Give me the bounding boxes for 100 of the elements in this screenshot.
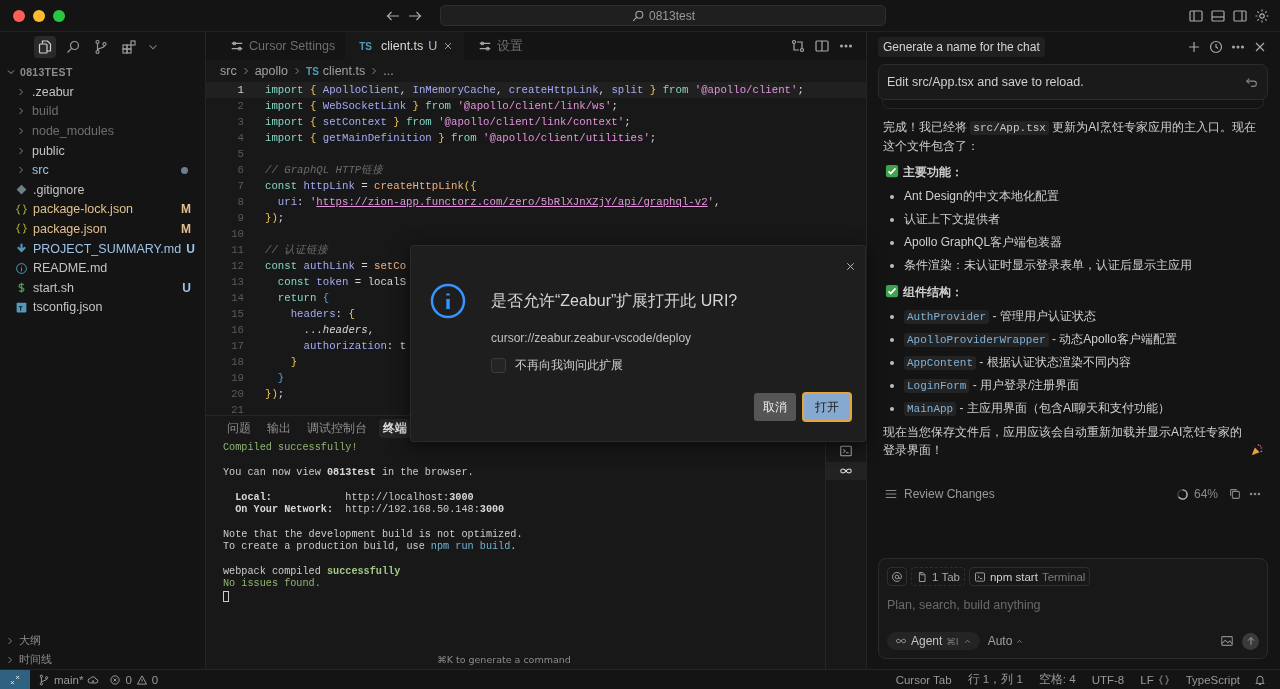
folder-name[interactable]: .zeabur bbox=[32, 84, 191, 99]
chat-title[interactable]: Generate a name for the chat bbox=[878, 37, 1045, 57]
chat-heading: 主要功能： bbox=[903, 163, 963, 181]
status-item[interactable]: TypeScript bbox=[1185, 673, 1240, 686]
bullet-dot bbox=[890, 383, 894, 388]
search-field[interactable]: 0813test bbox=[440, 5, 886, 26]
image-icon[interactable] bbox=[1220, 634, 1234, 648]
list-item-text: LoginForm - 用户登录/注册界面 bbox=[904, 377, 1080, 394]
line-number: 12 bbox=[230, 259, 244, 274]
line-number: 21 bbox=[230, 403, 244, 415]
warning-icon bbox=[135, 673, 148, 686]
panel-tab[interactable]: 问题 bbox=[223, 418, 255, 438]
code-line: return { bbox=[276, 291, 330, 306]
mode-selector[interactable]: Agent ⌘I bbox=[887, 632, 980, 650]
line-number: 17 bbox=[230, 339, 244, 354]
sidebar-toggle-icon[interactable] bbox=[1232, 7, 1248, 24]
breadcrumb-item[interactable]: src bbox=[220, 64, 237, 78]
status-item[interactable]: LF bbox=[1140, 673, 1154, 686]
branch-name[interactable]: main* bbox=[54, 673, 84, 686]
code-line: // 认证链接 bbox=[265, 243, 329, 258]
code-line: headers: { bbox=[289, 307, 355, 322]
warning-count[interactable]: 0 bbox=[151, 673, 159, 686]
panel-tab[interactable]: 输出 bbox=[263, 418, 295, 438]
file-name[interactable]: tsconfig.json bbox=[33, 300, 191, 315]
bullet-dot bbox=[890, 217, 894, 222]
mention-button[interactable] bbox=[887, 567, 907, 586]
settings-icon[interactable] bbox=[1254, 7, 1270, 24]
file-name[interactable]: .gitignore bbox=[33, 182, 191, 197]
line-number: 10 bbox=[230, 227, 244, 242]
explorer-root[interactable]: 0813TEST bbox=[20, 66, 73, 78]
ts-file-icon bbox=[15, 300, 28, 314]
undo-icon[interactable] bbox=[1245, 75, 1259, 89]
panel-tab[interactable]: 调试控制台 bbox=[303, 418, 371, 438]
status-item[interactable]: UTF-8 bbox=[1091, 673, 1125, 686]
panel-tab[interactable]: 终端 bbox=[379, 418, 411, 438]
list-item-text: 条件渲染：未认证时显示登录表单，认证后显示主应用 bbox=[904, 257, 1192, 274]
primary-button[interactable]: 打开 bbox=[803, 393, 851, 421]
status-item[interactable]: Cursor Tab bbox=[895, 673, 952, 686]
line-number: 4 bbox=[236, 131, 244, 146]
file-name[interactable]: package.json bbox=[33, 221, 176, 236]
sliders-icon bbox=[230, 39, 244, 53]
split-editor-icon[interactable] bbox=[814, 38, 830, 54]
plus-icon[interactable] bbox=[1186, 39, 1202, 55]
model-selector[interactable]: Auto bbox=[987, 634, 1025, 648]
terminal-line: Compiled successfully! bbox=[223, 442, 359, 455]
folder-name[interactable]: src bbox=[32, 163, 176, 178]
close-icon[interactable] bbox=[844, 260, 857, 273]
history-icon[interactable] bbox=[1208, 39, 1224, 55]
maximize-window-button[interactable] bbox=[53, 9, 65, 22]
error-count[interactable]: 0 bbox=[125, 673, 132, 686]
line-number: 9 bbox=[236, 211, 244, 226]
review-changes-link[interactable]: Review Changes bbox=[904, 487, 995, 501]
breadcrumb-item[interactable]: TS client.ts bbox=[306, 64, 366, 78]
checkbox[interactable] bbox=[491, 358, 506, 373]
file-name[interactable]: PROJECT_SUMMARY.md bbox=[33, 241, 182, 256]
infinity-icon[interactable] bbox=[826, 462, 866, 480]
party-popper-icon bbox=[1250, 443, 1264, 457]
file-name[interactable]: package-lock.json bbox=[33, 202, 176, 217]
file-name[interactable]: README.md bbox=[33, 261, 191, 276]
status-item[interactable]: 空格: 4 bbox=[1038, 672, 1076, 687]
send-button[interactable] bbox=[1242, 632, 1259, 650]
files-icon[interactable] bbox=[34, 36, 56, 58]
search-icon bbox=[630, 8, 645, 23]
cloud-sync-icon[interactable] bbox=[87, 673, 100, 686]
panel-toggle-icon[interactable] bbox=[1210, 7, 1226, 24]
folder-name[interactable]: build bbox=[32, 104, 191, 119]
file-name[interactable]: start.sh bbox=[33, 280, 178, 295]
compare-icon[interactable] bbox=[790, 38, 806, 54]
breadcrumb-item[interactable]: apollo bbox=[254, 64, 289, 78]
dialog-title: 是否允许“Zeabur”扩展打开此 URI? bbox=[491, 291, 738, 311]
status-item[interactable]: 行 1，列 1 bbox=[967, 672, 1023, 687]
line-number: 5 bbox=[236, 147, 244, 162]
line-number: 8 bbox=[236, 195, 244, 210]
context-chip[interactable]: npm start Terminal bbox=[968, 567, 1091, 586]
context-chip[interactable]: 1 Tab bbox=[911, 567, 965, 586]
line-number: 2 bbox=[236, 99, 244, 114]
minimize-window-button[interactable] bbox=[33, 9, 45, 22]
secondary-button[interactable]: 取消 bbox=[754, 393, 796, 421]
editor-tab[interactable]: 设置 bbox=[464, 32, 534, 60]
command-hint: ⌘K to generate a command bbox=[436, 654, 572, 667]
line-number: 20 bbox=[230, 387, 244, 402]
copy-icon[interactable] bbox=[1228, 487, 1242, 501]
editor-tab[interactable]: TS client.ts U bbox=[345, 32, 465, 60]
line-number: 18 bbox=[230, 355, 244, 370]
prompt-field[interactable]: Plan, search, build anything bbox=[887, 592, 1259, 618]
sidebar-toggle-icon[interactable] bbox=[1188, 7, 1204, 24]
user-message-card[interactable]: Edit src/App.tsx and save to reload. bbox=[878, 64, 1268, 100]
editor-tab[interactable]: Cursor Settings bbox=[216, 32, 346, 60]
section-header[interactable]: 时间线 bbox=[19, 652, 52, 667]
breadcrumb-item[interactable]: ... bbox=[383, 64, 394, 78]
section-header[interactable]: 大纲 bbox=[19, 633, 41, 648]
bullet-dot bbox=[890, 406, 894, 411]
close-window-button[interactable] bbox=[13, 9, 25, 22]
folder-name[interactable]: public bbox=[32, 143, 191, 158]
folder-name[interactable]: node_modules bbox=[32, 124, 191, 138]
checkbox-label[interactable]: 不再向我询问此扩展 bbox=[515, 357, 623, 374]
git-status-letter: U bbox=[182, 280, 191, 295]
bell-icon[interactable] bbox=[1254, 673, 1266, 686]
file-icon bbox=[916, 570, 928, 583]
branch-icon bbox=[38, 673, 50, 686]
